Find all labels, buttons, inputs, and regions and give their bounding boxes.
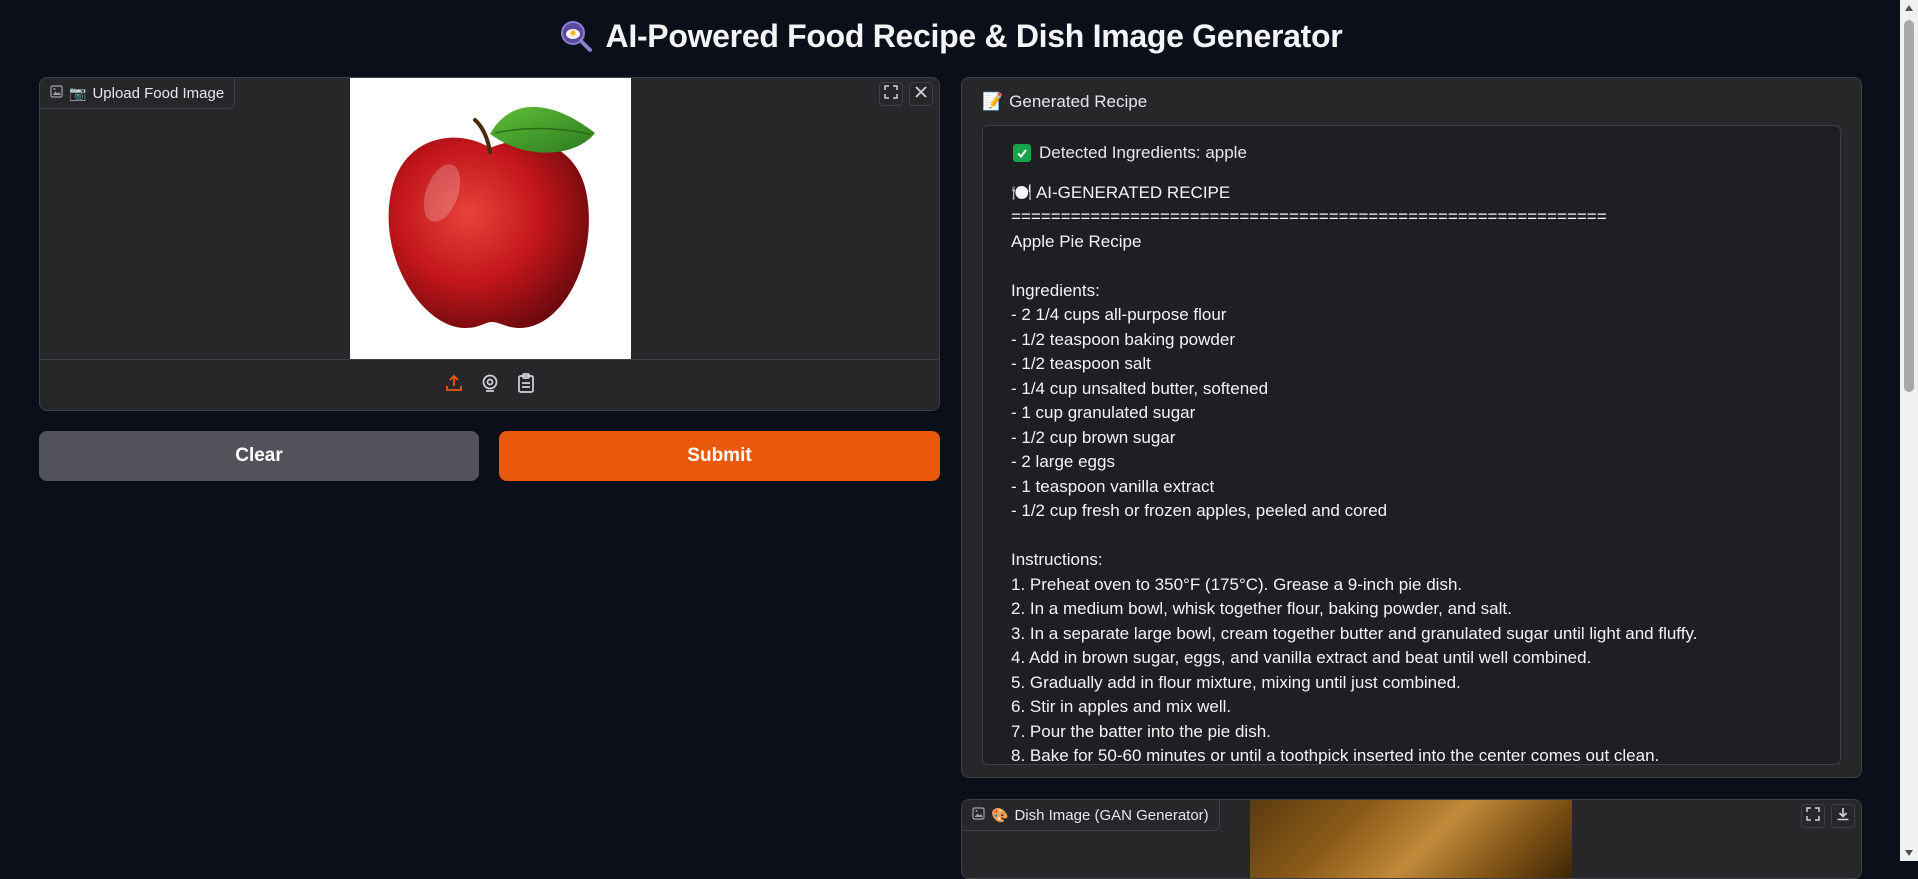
download-icon	[1836, 807, 1850, 826]
palette-emoji-icon: 🎨	[991, 806, 1009, 823]
webcam-icon	[480, 373, 500, 398]
fullscreen-button[interactable]	[879, 82, 903, 106]
memo-emoji-icon: 📝	[982, 92, 1004, 111]
recipe-label-text: Generated Recipe	[1009, 92, 1148, 111]
dish-image-block: 🎨 Dish Image (GAN Generator)	[961, 799, 1862, 879]
dish-fullscreen-button[interactable]	[1801, 804, 1825, 828]
check-mark-icon	[1013, 144, 1031, 163]
dish-toolbar	[1795, 800, 1861, 832]
detected-ingredients-text: Detected Ingredients: apple	[1039, 143, 1247, 162]
upload-image-label: 📷 Upload Food Image	[40, 78, 236, 109]
scroll-down-arrow-icon[interactable]	[1900, 845, 1918, 861]
magnifier-food-icon	[558, 18, 594, 54]
generated-dish-image	[1250, 800, 1572, 878]
page-scrollbar[interactable]	[1900, 0, 1918, 861]
image-icon	[50, 84, 63, 102]
camera-emoji-icon: 📷	[69, 84, 87, 101]
webcam-source-button[interactable]	[478, 373, 502, 397]
recipe-textbox[interactable]: Detected Ingredients: apple 🍽️ AI-GENERA…	[982, 125, 1841, 765]
close-icon	[914, 85, 928, 104]
clipboard-source-button[interactable]	[514, 372, 538, 398]
scroll-up-arrow-icon[interactable]	[1900, 0, 1918, 16]
dish-download-button[interactable]	[1831, 804, 1855, 828]
clipboard-icon	[517, 372, 535, 398]
submit-button[interactable]: Submit	[499, 431, 940, 481]
scrollbar-thumb[interactable]	[1904, 20, 1914, 392]
uploaded-apple-image	[350, 78, 631, 360]
recipe-body-text: 🍽️ AI-GENERATED RECIPE =================…	[1011, 182, 1698, 765]
app-header: AI-Powered Food Recipe & Dish Image Gene…	[0, 14, 1900, 58]
upload-image-block[interactable]: 📷 Upload Food Image	[39, 77, 940, 411]
dish-image-label: 🎨 Dish Image (GAN Generator)	[962, 800, 1220, 831]
upload-label-text: Upload Food Image	[92, 84, 225, 102]
clear-image-button[interactable]	[909, 82, 933, 106]
image-icon	[972, 806, 985, 824]
dish-label-text: Dish Image (GAN Generator)	[1014, 806, 1209, 824]
upload-toolbar	[873, 78, 939, 110]
upload-icon	[444, 373, 464, 398]
recipe-label: 📝 Generated Recipe	[982, 92, 1147, 112]
page-title: AI-Powered Food Recipe & Dish Image Gene…	[605, 17, 1343, 54]
generated-recipe-block: 📝 Generated Recipe Detected Ingredients:…	[961, 77, 1862, 778]
image-source-selector	[40, 359, 939, 410]
fullscreen-icon	[1806, 806, 1820, 826]
fullscreen-icon	[884, 84, 898, 104]
detected-ingredients-line: Detected Ingredients: apple	[983, 126, 1840, 166]
clear-button[interactable]: Clear	[39, 431, 479, 481]
upload-source-button[interactable]	[442, 373, 466, 397]
